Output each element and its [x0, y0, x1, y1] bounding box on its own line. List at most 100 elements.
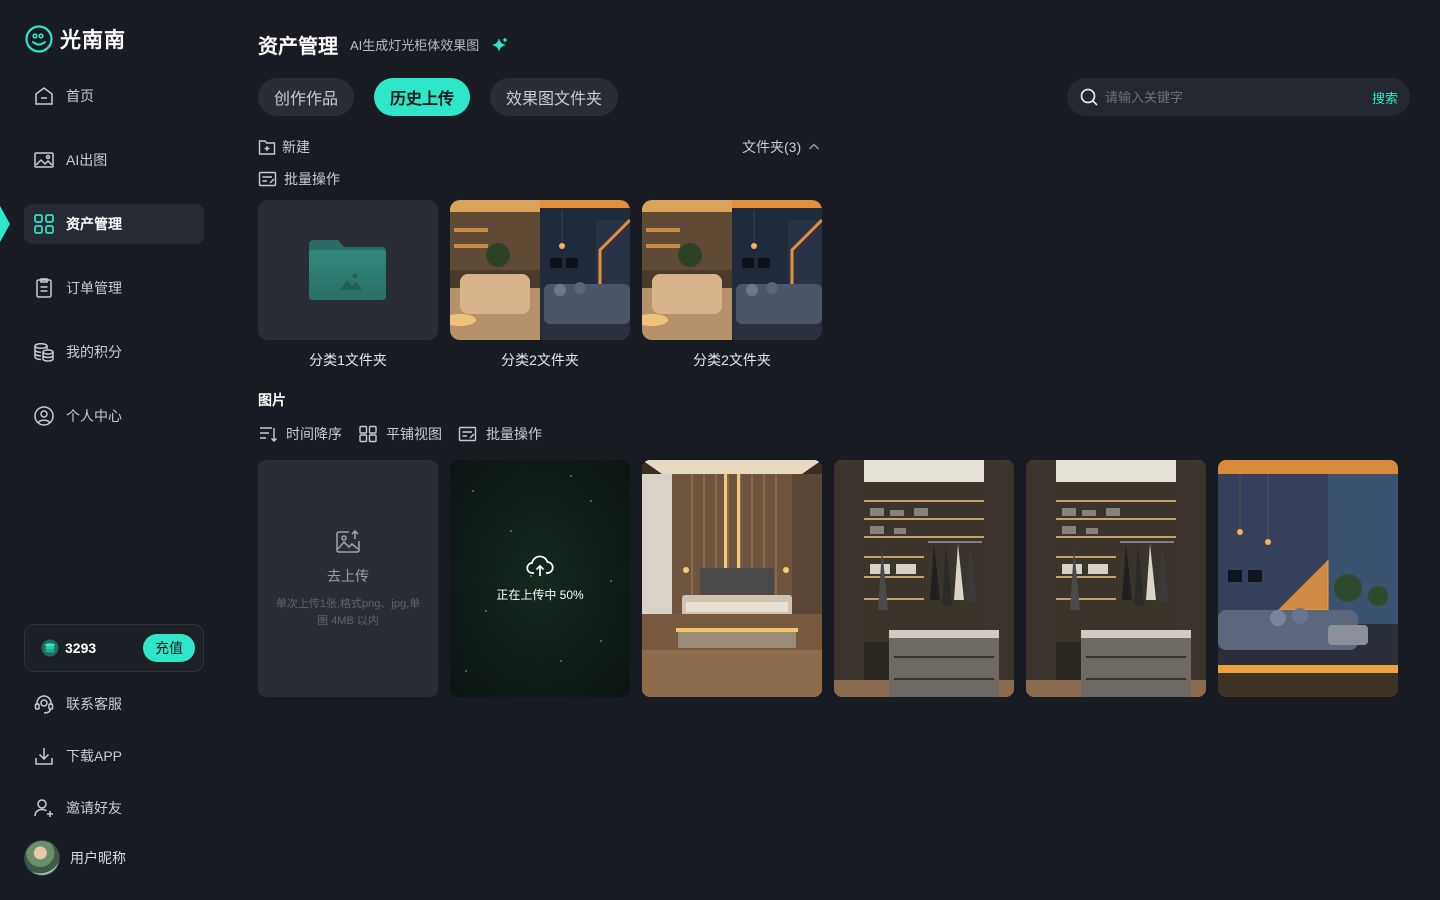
batch-edit-icon: [458, 426, 477, 442]
sparkle-icon: [492, 36, 509, 52]
upload-hint: 单次上传1张,格式png、jpg,单图 4MB 以内: [275, 597, 421, 627]
tile-view-button[interactable]: 平铺视图: [358, 424, 442, 444]
sidebar-item-label: 资产管理: [66, 216, 122, 232]
folder-name: 分类1文件夹: [309, 352, 387, 368]
tab-creations[interactable]: 创作作品: [258, 78, 355, 116]
credit-balance: 3293 充值: [24, 624, 204, 672]
user-nickname: 用户昵称: [70, 850, 126, 866]
image-tile[interactable]: [642, 460, 822, 697]
batch-edit-icon: [258, 171, 277, 187]
uploading-tile: 正在上传中 50%: [450, 460, 630, 697]
folder-batch-label: 批量操作: [284, 171, 340, 187]
add-user-icon: [34, 799, 53, 817]
sidebar-item-label: 我的积分: [66, 344, 122, 360]
page-subtitle: AI生成灯光柜体效果图: [350, 38, 480, 53]
wardrobe-image: [834, 460, 1014, 697]
image-batch-button[interactable]: 批量操作: [458, 424, 542, 444]
page-header: 资产管理 AI生成灯光柜体效果图: [258, 30, 509, 59]
tab-upload-history[interactable]: 历史上传: [374, 78, 471, 116]
image-grid: 去上传 单次上传1张,格式png、jpg,单图 4MB 以内 正在上传中 50%: [258, 460, 1398, 697]
user-circle-icon: [34, 406, 54, 426]
avatar[interactable]: [24, 840, 60, 876]
sidebar-item-label: AI出图: [66, 152, 108, 168]
folder-count-label: 文件夹(3): [742, 139, 802, 155]
home-icon: [35, 87, 53, 105]
image-upload-icon: [336, 529, 360, 553]
chevron-up-icon: [809, 143, 820, 150]
sidebar-item-label: 联系客服: [66, 696, 122, 712]
image-icon: [34, 152, 54, 168]
sidebar-item-download-app[interactable]: 下载APP: [24, 740, 204, 772]
new-folder-label: 新建: [282, 139, 310, 155]
sidebar-item-label: 邀请好友: [66, 800, 122, 816]
bedroom-image: [642, 460, 822, 697]
folder-thumbnail: [450, 200, 630, 340]
main-nav: 首页 AI出图 资产管理 订单管理 我的积分 个人中心: [24, 76, 204, 460]
page-title: 资产管理: [258, 36, 338, 58]
folder-batch-button[interactable]: 批量操作: [258, 169, 340, 189]
brand-name: 光南南: [60, 29, 126, 52]
new-folder-button[interactable]: 新建: [258, 137, 310, 157]
image-tile[interactable]: [834, 460, 1014, 697]
search-icon: [1080, 88, 1098, 106]
folder-icon: [309, 240, 386, 300]
sidebar-item-orders[interactable]: 订单管理: [24, 268, 204, 308]
sort-label: 时间降序: [286, 426, 342, 442]
sidebar: 光南南 首页 AI出图 资产管理 订单管理 我的积分 个人中心 3293 充值 …: [0, 0, 228, 900]
brand-logo[interactable]: 光南南: [24, 24, 126, 54]
active-nav-indicator: [0, 206, 10, 242]
asset-tabs: 创作作品 历史上传 效果图文件夹: [258, 78, 619, 116]
upload-label: 去上传: [327, 567, 369, 584]
sidebar-item-label: 个人中心: [66, 408, 122, 424]
search-input[interactable]: [1105, 89, 1372, 105]
sidebar-item-profile[interactable]: 个人中心: [24, 396, 204, 436]
upload-tile[interactable]: 去上传 单次上传1张,格式png、jpg,单图 4MB 以内: [258, 460, 438, 697]
living-room-dusk-image: [1218, 460, 1398, 697]
sidebar-item-label: 下载APP: [66, 748, 123, 764]
sidebar-item-label: 首页: [66, 88, 94, 104]
sidebar-item-invite-friends[interactable]: 邀请好友: [24, 792, 204, 824]
sort-time-desc-button[interactable]: 时间降序: [258, 424, 342, 444]
folder-card[interactable]: 分类1文件夹: [258, 200, 438, 370]
upload-progress-text: 正在上传中 50%: [496, 588, 584, 602]
tile-view-icon: [359, 425, 377, 443]
search-button[interactable]: 搜索: [1372, 88, 1398, 107]
image-batch-label: 批量操作: [486, 426, 542, 442]
tab-render-folders[interactable]: 效果图文件夹: [490, 78, 619, 116]
folder-thumbnail: [258, 200, 438, 340]
grid-icon: [34, 214, 54, 234]
new-folder-icon: [258, 140, 276, 155]
user-profile[interactable]: 用户昵称: [24, 840, 126, 876]
images-section-title: 图片: [258, 392, 286, 408]
coins-icon: [34, 342, 54, 362]
sidebar-item-credits[interactable]: 我的积分: [24, 332, 204, 372]
wardrobe-image: [1026, 460, 1206, 697]
download-icon: [35, 748, 53, 765]
credit-value: 3293: [65, 640, 97, 656]
recharge-button[interactable]: 充值: [143, 634, 195, 662]
sidebar-item-asset-management[interactable]: 资产管理: [24, 204, 204, 244]
folder-thumbnail: [642, 200, 822, 340]
sidebar-item-home[interactable]: 首页: [24, 76, 204, 116]
folder-count-toggle[interactable]: 文件夹(3): [742, 137, 821, 157]
image-tile[interactable]: [1026, 460, 1206, 697]
search-bar: 搜索: [1067, 78, 1410, 116]
logo-icon: [25, 25, 53, 53]
sidebar-item-label: 订单管理: [66, 280, 122, 296]
sidebar-item-customer-service[interactable]: 联系客服: [24, 688, 204, 720]
headset-icon: [34, 695, 54, 714]
folder-card[interactable]: 分类2文件夹: [642, 200, 822, 370]
folder-grid: 分类1文件夹 分类2文件夹 分类2文件夹: [258, 200, 822, 370]
folder-name: 分类2文件夹: [693, 352, 771, 368]
clipboard-icon: [36, 278, 52, 298]
images-toolbar: 时间降序 平铺视图 批量操作: [258, 424, 542, 444]
folder-name: 分类2文件夹: [501, 352, 579, 368]
living-room-thumbnail: [450, 200, 630, 340]
view-label: 平铺视图: [386, 426, 442, 442]
sidebar-item-ai-image[interactable]: AI出图: [24, 140, 204, 180]
sort-desc-icon: [260, 427, 277, 442]
living-room-thumbnail: [642, 200, 822, 340]
image-tile[interactable]: [1218, 460, 1398, 697]
coin-stack-icon: [41, 639, 59, 657]
folder-card[interactable]: 分类2文件夹: [450, 200, 630, 370]
